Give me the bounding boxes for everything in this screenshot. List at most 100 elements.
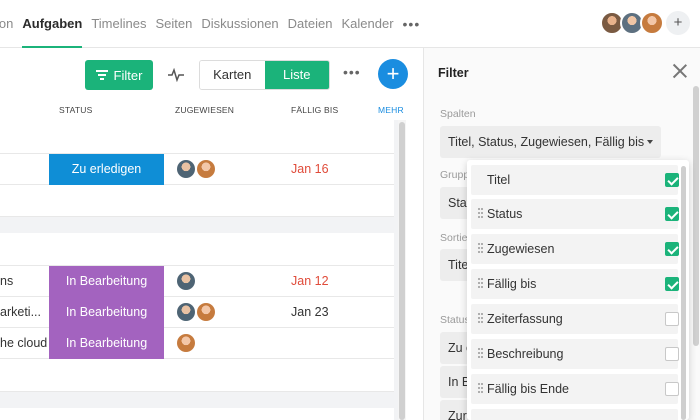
table-row[interactable] bbox=[0, 408, 394, 420]
activity-icon[interactable] bbox=[168, 68, 184, 82]
columns-select-value: Titel, Status, Zugewiesen, Fällig bis bbox=[448, 135, 645, 149]
sort-select-value: Tite bbox=[448, 258, 469, 272]
more-tabs-icon[interactable]: ••• bbox=[403, 0, 421, 48]
group-label: Grupp bbox=[440, 169, 470, 181]
member-avatars[interactable]: + bbox=[600, 11, 690, 35]
status-label: Status bbox=[440, 314, 470, 326]
drag-handle-icon[interactable] bbox=[478, 208, 484, 220]
add-task-button[interactable]: + bbox=[378, 59, 408, 89]
assignees[interactable] bbox=[177, 303, 217, 321]
due-date[interactable]: Jan 16 bbox=[291, 154, 329, 184]
dropdown-scrollbar[interactable] bbox=[681, 166, 686, 420]
option-label: Titel bbox=[487, 173, 511, 187]
tab-seiten[interactable]: Seiten bbox=[155, 0, 192, 48]
avatar bbox=[197, 303, 215, 321]
due-date[interactable]: Jan 12 bbox=[291, 266, 329, 296]
scrollbar-thumb[interactable] bbox=[399, 122, 405, 420]
avatar bbox=[197, 160, 215, 178]
column-option-status[interactable]: Status bbox=[471, 199, 679, 229]
tab-diskussionen[interactable]: Diskussionen bbox=[201, 0, 278, 48]
assignees[interactable] bbox=[177, 334, 197, 352]
columns-select[interactable]: Titel, Status, Zugewiesen, Fällig bis bbox=[440, 126, 661, 158]
column-option-faellig-bis-ende[interactable]: Fällig bis Ende bbox=[471, 374, 679, 404]
assignees[interactable] bbox=[177, 272, 197, 290]
checkbox[interactable] bbox=[665, 242, 679, 256]
checkbox[interactable] bbox=[665, 277, 679, 291]
option-label: Zeiterfassung bbox=[487, 312, 563, 326]
checkbox[interactable] bbox=[665, 312, 679, 326]
option-label: Zugewiesen bbox=[487, 242, 555, 256]
add-member-button[interactable]: + bbox=[666, 11, 690, 35]
column-option-beschreibung[interactable]: Beschreibung bbox=[471, 339, 679, 369]
chevron-down-icon bbox=[647, 140, 653, 144]
status-badge[interactable]: Zu erledigen bbox=[49, 154, 164, 185]
table-row[interactable]: arketi... In Bearbeitung Jan 23 bbox=[0, 297, 394, 328]
tab-kalender[interactable]: Kalender bbox=[341, 0, 393, 48]
column-option-titel[interactable]: Titel bbox=[471, 165, 679, 195]
columns-dropdown: Titel Status Zugewiesen Fällig bis Zeite… bbox=[467, 160, 689, 420]
column-more[interactable]: MEHR bbox=[378, 105, 404, 115]
table-row[interactable] bbox=[0, 359, 394, 392]
column-option-zugewiesen[interactable]: Zugewiesen bbox=[471, 234, 679, 264]
avatar bbox=[177, 303, 195, 321]
view-list-button[interactable]: Liste bbox=[264, 61, 329, 89]
tab-ion[interactable]: ion bbox=[0, 0, 13, 48]
filter-button[interactable]: Filter bbox=[85, 60, 153, 90]
drag-handle-icon[interactable] bbox=[478, 313, 484, 325]
filter-icon bbox=[95, 68, 108, 82]
status-option-label: Zur bbox=[448, 409, 467, 420]
table-row[interactable] bbox=[0, 185, 394, 217]
checkbox[interactable] bbox=[665, 207, 679, 221]
more-options-icon[interactable]: ••• bbox=[343, 64, 361, 80]
table-row[interactable] bbox=[0, 120, 394, 154]
column-status[interactable]: STATUS bbox=[59, 105, 92, 115]
tab-aufgaben[interactable]: Aufgaben bbox=[22, 0, 82, 48]
avatar bbox=[177, 334, 195, 352]
task-title[interactable]: arketi... bbox=[0, 297, 41, 327]
status-badge[interactable]: In Bearbeitung bbox=[49, 297, 164, 328]
avatar[interactable] bbox=[640, 11, 664, 35]
option-label: Fällig bis bbox=[487, 277, 537, 291]
task-list: Zu erledigen Jan 16 ns In Bearbeitung Ja… bbox=[0, 120, 398, 420]
column-option-partial[interactable] bbox=[471, 409, 678, 420]
column-due[interactable]: FÄLLIG BIS bbox=[291, 105, 338, 115]
checkbox[interactable] bbox=[665, 382, 679, 396]
task-toolbar: Filter Karten Liste ••• + bbox=[0, 48, 424, 102]
checkbox[interactable] bbox=[665, 173, 679, 187]
drag-handle-icon[interactable] bbox=[478, 383, 484, 395]
checkbox[interactable] bbox=[665, 347, 679, 361]
status-badge[interactable]: In Bearbeitung bbox=[49, 328, 164, 359]
drag-handle-icon[interactable] bbox=[478, 278, 484, 290]
view-cards-button[interactable]: Karten bbox=[200, 61, 265, 89]
avatar bbox=[177, 272, 195, 290]
scrollbar-thumb[interactable] bbox=[693, 86, 699, 346]
assignees[interactable] bbox=[177, 160, 217, 178]
table-row[interactable]: ns In Bearbeitung Jan 12 bbox=[0, 266, 394, 297]
tab-dateien[interactable]: Dateien bbox=[288, 0, 333, 48]
panel-title: Filter bbox=[438, 66, 469, 80]
table-row[interactable]: Zu erledigen Jan 16 bbox=[0, 154, 394, 185]
column-option-faellig-bis[interactable]: Fällig bis bbox=[471, 269, 679, 299]
table-row[interactable] bbox=[0, 233, 394, 266]
drag-handle-icon[interactable] bbox=[478, 348, 484, 360]
scrollbar-thumb[interactable] bbox=[681, 166, 686, 420]
option-label: Fällig bis Ende bbox=[487, 382, 569, 396]
column-option-zeiterfassung[interactable]: Zeiterfassung bbox=[471, 304, 679, 334]
drag-handle-icon[interactable] bbox=[478, 243, 484, 255]
columns-label: Spalten bbox=[440, 108, 476, 120]
filter-button-label: Filter bbox=[113, 67, 143, 83]
task-title[interactable]: ns bbox=[0, 266, 13, 296]
top-navigation: ion Aufgaben Timelines Seiten Diskussion… bbox=[0, 0, 700, 48]
tab-timelines[interactable]: Timelines bbox=[91, 0, 146, 48]
list-scrollbar[interactable] bbox=[398, 120, 406, 420]
table-header: STATUS ZUGEWIESEN FÄLLIG BIS MEHR bbox=[0, 102, 404, 120]
due-date[interactable]: Jan 23 bbox=[291, 297, 329, 327]
status-badge[interactable]: In Bearbeitung bbox=[49, 266, 164, 297]
view-switcher: Karten Liste bbox=[199, 60, 330, 90]
option-label: Status bbox=[487, 207, 523, 221]
close-icon[interactable] bbox=[671, 62, 689, 80]
panel-scrollbar[interactable] bbox=[693, 86, 700, 420]
column-assigned[interactable]: ZUGEWIESEN bbox=[175, 105, 234, 115]
task-title[interactable]: he cloud bbox=[0, 328, 47, 358]
table-row[interactable]: he cloud In Bearbeitung bbox=[0, 328, 394, 359]
